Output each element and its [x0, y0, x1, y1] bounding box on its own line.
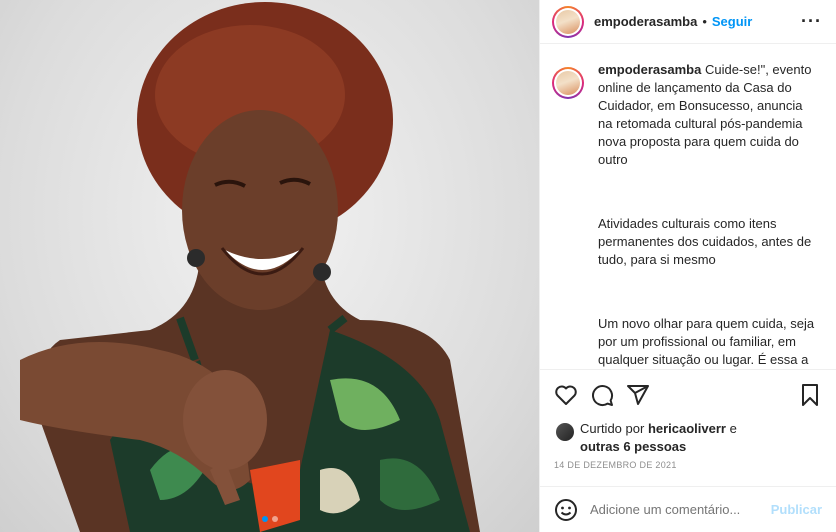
caption-paragraph-1: empoderasamba Cuide-se!", evento online …	[598, 61, 820, 169]
post-sidebar: empoderasamba • Seguir ··· empoderasamba…	[539, 0, 836, 532]
follow-button[interactable]: Seguir	[712, 14, 752, 29]
photo-illustration	[20, 2, 480, 532]
emoji-icon[interactable]	[554, 498, 578, 522]
header-separator: •	[702, 14, 707, 29]
likes-others[interactable]: outras 6 pessoas	[580, 439, 686, 454]
carousel-dot[interactable]	[271, 516, 278, 522]
caption-paragraph-3: Um novo olhar para quem cuida, seja por …	[598, 316, 815, 367]
comment-bar: Publicar	[540, 486, 836, 532]
liker-username[interactable]: hericaoliverr	[648, 421, 726, 436]
comment-input[interactable]	[590, 502, 770, 517]
comment-icon[interactable]	[590, 383, 614, 407]
likes-mid: e	[729, 421, 737, 436]
likes-text: Curtido por hericaoliverr e outras 6 pes…	[580, 420, 770, 456]
post-header: empoderasamba • Seguir ···	[540, 0, 836, 44]
bookmark-icon[interactable]	[798, 383, 822, 407]
liker-avatar[interactable]	[556, 423, 574, 441]
heart-icon[interactable]	[554, 383, 578, 407]
likes-summary: Curtido por hericaoliverr e outras 6 pes…	[556, 420, 822, 456]
author-username[interactable]: empoderasamba	[594, 14, 697, 29]
share-icon[interactable]	[626, 383, 650, 407]
post-date[interactable]: 14 DE DEZEMBRO DE 2021	[554, 460, 677, 470]
author-avatar[interactable]	[552, 5, 584, 38]
carousel-dots	[0, 516, 539, 522]
more-icon[interactable]: ···	[801, 11, 822, 32]
caption-line-1: Cuide-se!", evento online de lançamento …	[598, 62, 812, 167]
actions-bar	[540, 369, 836, 419]
caption-username[interactable]: empoderasamba	[598, 62, 701, 77]
carousel-dot-active[interactable]	[261, 516, 268, 522]
post-photo[interactable]	[0, 0, 539, 532]
caption: empoderasamba Cuide-se!", evento online …	[552, 61, 822, 369]
caption-paragraph-2: Atividades culturais como itens permanen…	[598, 216, 812, 267]
caption-avatar[interactable]	[552, 67, 584, 99]
caption-text: empoderasamba Cuide-se!", evento online …	[598, 61, 820, 369]
likes-prefix: Curtido por	[580, 421, 645, 436]
publish-button[interactable]: Publicar	[771, 502, 822, 517]
